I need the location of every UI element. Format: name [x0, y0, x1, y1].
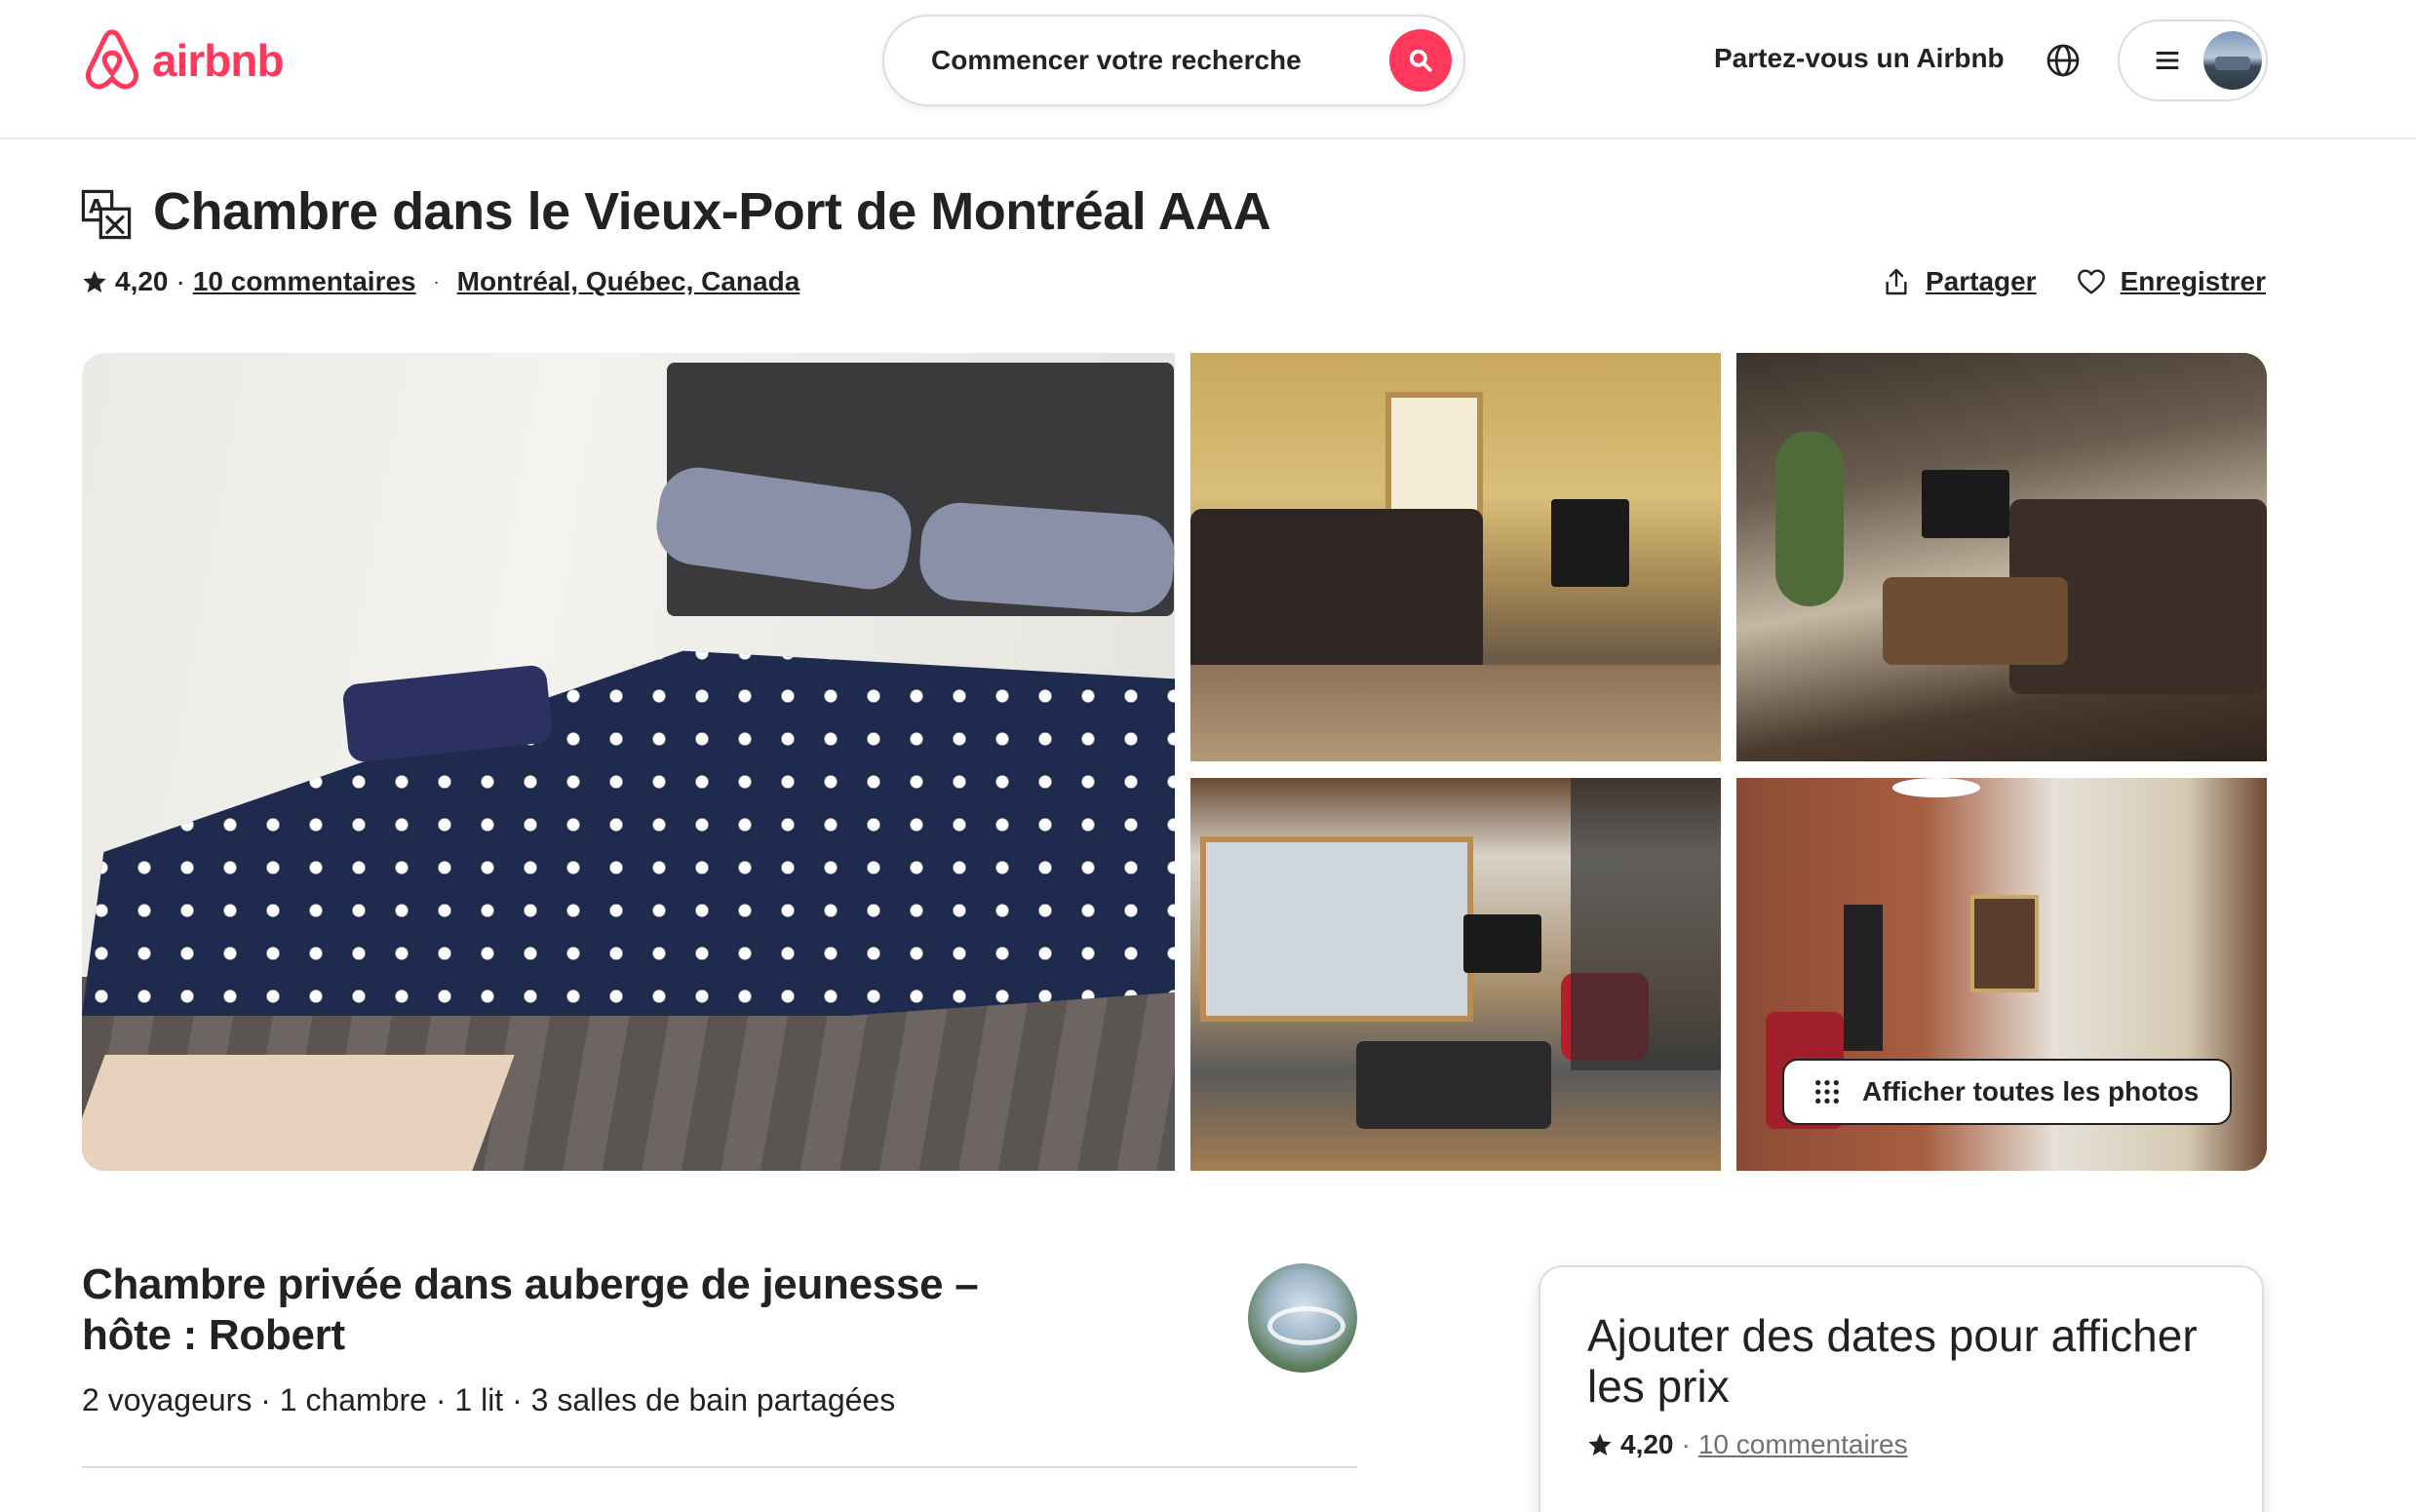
photo-living-room-2[interactable]	[1736, 353, 2267, 761]
heart-icon	[2077, 269, 2105, 294]
share-icon	[1886, 268, 1907, 295]
search-button[interactable]	[1389, 29, 1452, 92]
photo-main-bedroom[interactable]	[82, 353, 1175, 1171]
airbnb-logo-icon	[85, 29, 139, 90]
grid-icon	[1815, 1080, 1839, 1104]
listing-page: airbnb Commencer votre recherche Partez-…	[0, 0, 2416, 1512]
rating-value: 4,20	[115, 266, 169, 296]
photo-living-room-3[interactable]	[1190, 778, 1721, 1171]
search-icon	[1409, 49, 1432, 72]
show-all-photos-button[interactable]: Afficher toutes les photos	[1782, 1059, 2233, 1125]
location-separator: ·	[433, 271, 440, 291]
location-link[interactable]: Montréal, Québec, Canada	[457, 266, 800, 297]
globe-icon[interactable]	[2046, 43, 2081, 78]
airbnb-logo[interactable]: airbnb	[82, 27, 285, 94]
booking-rating-separator: ·	[1681, 1429, 1691, 1459]
photo-gallery: Afficher toutes les photos	[82, 353, 2267, 1171]
booking-card-title: Ajouter des dates pour afficher les prix	[1587, 1310, 2198, 1412]
booking-rating-value: 4,20	[1620, 1429, 1674, 1459]
booking-card: Ajouter des dates pour afficher les prix…	[1539, 1265, 2264, 1512]
save-label: Enregistrer	[2120, 266, 2266, 296]
save-button[interactable]: Enregistrer	[2076, 266, 2266, 297]
booking-card-rating: 4,20 · 10 commentaires	[1587, 1429, 2215, 1460]
host-avatar[interactable]	[1248, 1263, 1357, 1373]
listing-subtitle: Chambre privée dans auberge de jeunesse …	[82, 1260, 979, 1359]
listing-actions: Partager Enregistrer	[1881, 266, 2266, 297]
rating-separator: ·	[175, 266, 185, 296]
booking-reviews-link[interactable]: 10 commentaires	[1698, 1429, 1908, 1460]
share-label: Partager	[1925, 266, 2037, 296]
menu-icon	[2156, 52, 2179, 69]
show-all-photos-label: Afficher toutes les photos	[1862, 1076, 2200, 1106]
user-menu-button[interactable]	[2118, 19, 2268, 101]
star-icon	[1588, 1433, 1612, 1456]
star-icon	[83, 270, 106, 293]
translate-icon[interactable]: A	[81, 189, 132, 240]
search-placeholder: Commencer votre recherche	[931, 45, 1302, 75]
share-button[interactable]: Partager	[1881, 266, 2037, 297]
photo-living-room-1[interactable]	[1190, 353, 1721, 761]
avatar	[2203, 31, 2262, 90]
listing-title: Chambre dans le Vieux-Port de Montréal A…	[153, 182, 1271, 241]
search-bar[interactable]: Commencer votre recherche	[882, 15, 1465, 106]
brand-name: airbnb	[152, 35, 285, 86]
listing-meta: 4,20 · 10 commentaires · Montréal, Québe…	[82, 266, 799, 297]
reviews-link[interactable]: 10 commentaires	[193, 266, 416, 297]
section-divider	[82, 1466, 1357, 1468]
top-header: airbnb Commencer votre recherche Partez-…	[0, 0, 2416, 139]
listing-details: 2 voyageurs · 1 chambre · 1 lit · 3 sall…	[82, 1382, 896, 1417]
host-link[interactable]: Partez-vous un Airbnb	[1714, 43, 2005, 74]
